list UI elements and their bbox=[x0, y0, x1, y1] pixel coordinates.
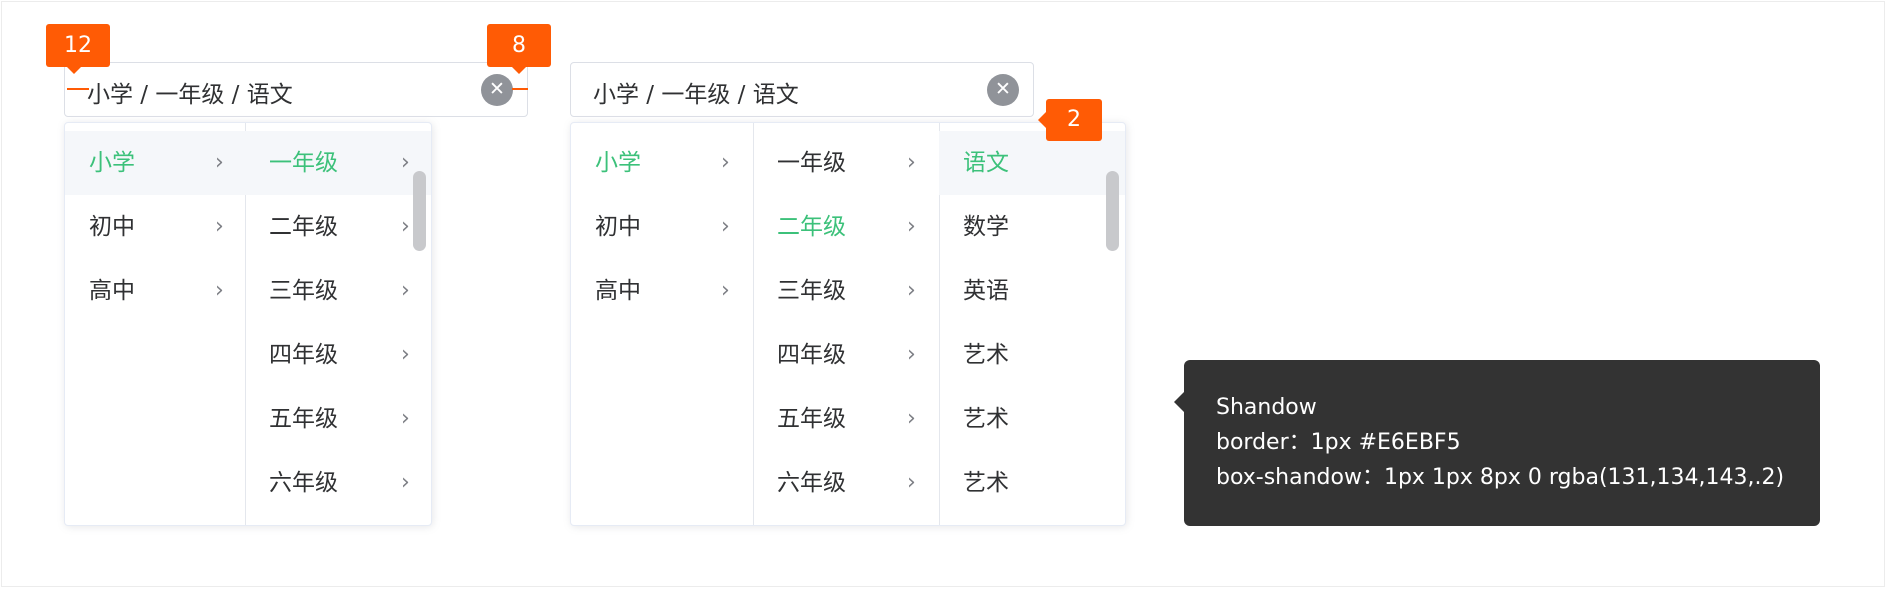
annotation-pointer bbox=[1038, 112, 1046, 128]
cascader-node-label: 三年级 bbox=[269, 278, 338, 304]
close-circle-icon[interactable]: ✕ bbox=[987, 74, 1019, 106]
annotation-value: 12 bbox=[64, 33, 92, 58]
tooltip-title: Shandow bbox=[1216, 395, 1317, 420]
cascader-node-label: 一年级 bbox=[777, 150, 846, 176]
chevron-right-icon: › bbox=[215, 214, 224, 239]
cascader-panel-right: 小学 › 初中 › 高中 › 一年级 › 二年级 › 三年级 › 四年级 › 五年级 › 六年级 › 语文 数学英… bbox=[570, 122, 1126, 526]
cascader-node[interactable]: 艺术 bbox=[939, 387, 1125, 451]
cascader-node[interactable]: 初中 › bbox=[571, 195, 753, 259]
chevron-right-icon: › bbox=[401, 406, 410, 431]
cascader-node-label: 艺术 bbox=[963, 470, 1009, 496]
chevron-right-icon: › bbox=[401, 342, 410, 367]
cascader-node[interactable]: 小学 › bbox=[571, 131, 753, 195]
measure-line bbox=[512, 88, 528, 90]
scrollbar-thumb[interactable] bbox=[1106, 171, 1119, 251]
cascader-node[interactable]: 四年级 › bbox=[753, 323, 939, 387]
cascader-node[interactable]: 三年级 › bbox=[245, 259, 431, 323]
cascader-node[interactable]: 三年级 › bbox=[753, 259, 939, 323]
annotation-value: 8 bbox=[512, 33, 526, 58]
annotation-pointer bbox=[511, 66, 527, 74]
tooltip-border-spec: border：1px #E6EBF5 bbox=[1216, 430, 1461, 455]
cascader-node-label: 四年级 bbox=[269, 342, 338, 368]
cascader-node[interactable]: 高中 › bbox=[571, 259, 753, 323]
chevron-right-icon: › bbox=[907, 342, 916, 367]
chevron-right-icon: › bbox=[907, 278, 916, 303]
cascader-node-label: 六年级 bbox=[777, 470, 846, 496]
cascader-node-label: 英语 bbox=[963, 278, 1009, 304]
cascader-node-label: 艺术 bbox=[963, 406, 1009, 432]
chevron-right-icon: › bbox=[721, 150, 730, 175]
cascader-node[interactable]: 一年级 › bbox=[245, 131, 431, 195]
cascader-node[interactable]: 艺术 bbox=[939, 451, 1125, 515]
chevron-right-icon: › bbox=[215, 278, 224, 303]
cascader-node-label: 语文 bbox=[963, 150, 1009, 176]
spec-tooltip: Shandow border：1px #E6EBF5 box-shandow：1… bbox=[1184, 360, 1820, 526]
cascader-node[interactable]: 五年级 › bbox=[245, 387, 431, 451]
cascader-node[interactable]: 艺术 bbox=[939, 323, 1125, 387]
cascader-node[interactable]: 一年级 › bbox=[753, 131, 939, 195]
chevron-right-icon: › bbox=[401, 278, 410, 303]
cascader-menu-level1: 小学 › 初中 › 高中 › bbox=[571, 123, 754, 525]
cascader-node[interactable]: 六年级 › bbox=[245, 451, 431, 515]
cascader-node-label: 小学 bbox=[89, 150, 135, 176]
cascader-input-value: 小学 / 一年级 / 语文 bbox=[593, 82, 799, 108]
cascader-menu-level3: 语文 数学 英语 艺术 艺术 艺术 bbox=[939, 123, 1125, 525]
cascader-node[interactable]: 数学 bbox=[939, 195, 1125, 259]
cascader-node-label: 三年级 bbox=[777, 278, 846, 304]
cascader-node-label: 五年级 bbox=[777, 406, 846, 432]
annotation-padding-left: 12 bbox=[46, 24, 110, 67]
chevron-right-icon: › bbox=[907, 150, 916, 175]
cascader-node[interactable]: 二年级 › bbox=[245, 195, 431, 259]
chevron-right-icon: › bbox=[401, 150, 410, 175]
cascader-input-value: 小学 / 一年级 / 语文 bbox=[87, 82, 293, 108]
cascader-menu-level1: 小学 › 初中 › 高中 › bbox=[65, 123, 246, 525]
cascader-node[interactable]: 初中 › bbox=[65, 195, 245, 259]
cascader-node[interactable]: 二年级 › bbox=[753, 195, 939, 259]
cascader-menu-level2: 一年级 › 二年级 › 三年级 › 四年级 › 五年级 › 六年级 › bbox=[753, 123, 940, 525]
cascader-node-label: 数学 bbox=[963, 214, 1009, 240]
annotation-panel-gap: 2 bbox=[1046, 99, 1102, 141]
chevron-right-icon: › bbox=[401, 214, 410, 239]
cascader-node-label: 小学 bbox=[595, 150, 641, 176]
cascader-node[interactable]: 五年级 › bbox=[753, 387, 939, 451]
cascader-node-label: 初中 bbox=[89, 214, 135, 240]
cascader-menu-level2: 一年级 › 二年级 › 三年级 › 四年级 › 五年级 › 六年级 › bbox=[245, 123, 431, 525]
cascader-node-label: 初中 bbox=[595, 214, 641, 240]
tooltip-shadow-spec: box-shandow：1px 1px 8px 0 rgba(131,134,1… bbox=[1216, 465, 1785, 490]
cascader-node[interactable]: 英语 bbox=[939, 259, 1125, 323]
cascader-input-right[interactable]: 小学 / 一年级 / 语文 ✕ bbox=[570, 62, 1034, 117]
cascader-node-label: 二年级 bbox=[777, 214, 846, 240]
annotation-pointer bbox=[66, 66, 82, 74]
cascader-node[interactable]: 四年级 › bbox=[245, 323, 431, 387]
cascader-panel-left: 小学 › 初中 › 高中 › 一年级 › 二年级 › 三年级 › 四年级 › 五年级 › 六年级 › bbox=[64, 122, 432, 526]
cascader-node[interactable]: 六年级 › bbox=[753, 451, 939, 515]
cascader-node[interactable]: 高中 › bbox=[65, 259, 245, 323]
chevron-right-icon: › bbox=[907, 214, 916, 239]
chevron-right-icon: › bbox=[401, 470, 410, 495]
chevron-right-icon: › bbox=[721, 214, 730, 239]
cascader-node-label: 高中 bbox=[89, 278, 135, 304]
cascader-node-label: 四年级 bbox=[777, 342, 846, 368]
scrollbar-thumb[interactable] bbox=[413, 171, 426, 251]
chevron-right-icon: › bbox=[907, 470, 916, 495]
cascader-node-label: 五年级 bbox=[269, 406, 338, 432]
annotation-value: 2 bbox=[1067, 107, 1081, 132]
chevron-right-icon: › bbox=[215, 150, 224, 175]
annotation-padding-right: 8 bbox=[487, 24, 551, 67]
cascader-input-left[interactable]: 小学 / 一年级 / 语文 ✕ bbox=[64, 62, 528, 117]
close-circle-icon[interactable]: ✕ bbox=[481, 74, 513, 106]
cascader-node-label: 六年级 bbox=[269, 470, 338, 496]
cascader-node-label: 一年级 bbox=[269, 150, 338, 176]
chevron-right-icon: › bbox=[721, 278, 730, 303]
cascader-node-label: 高中 bbox=[595, 278, 641, 304]
cascader-node-label: 艺术 bbox=[963, 342, 1009, 368]
cascader-node-label: 二年级 bbox=[269, 214, 338, 240]
cascader-node[interactable]: 小学 › bbox=[65, 131, 245, 195]
chevron-right-icon: › bbox=[907, 406, 916, 431]
measure-line bbox=[67, 88, 89, 90]
